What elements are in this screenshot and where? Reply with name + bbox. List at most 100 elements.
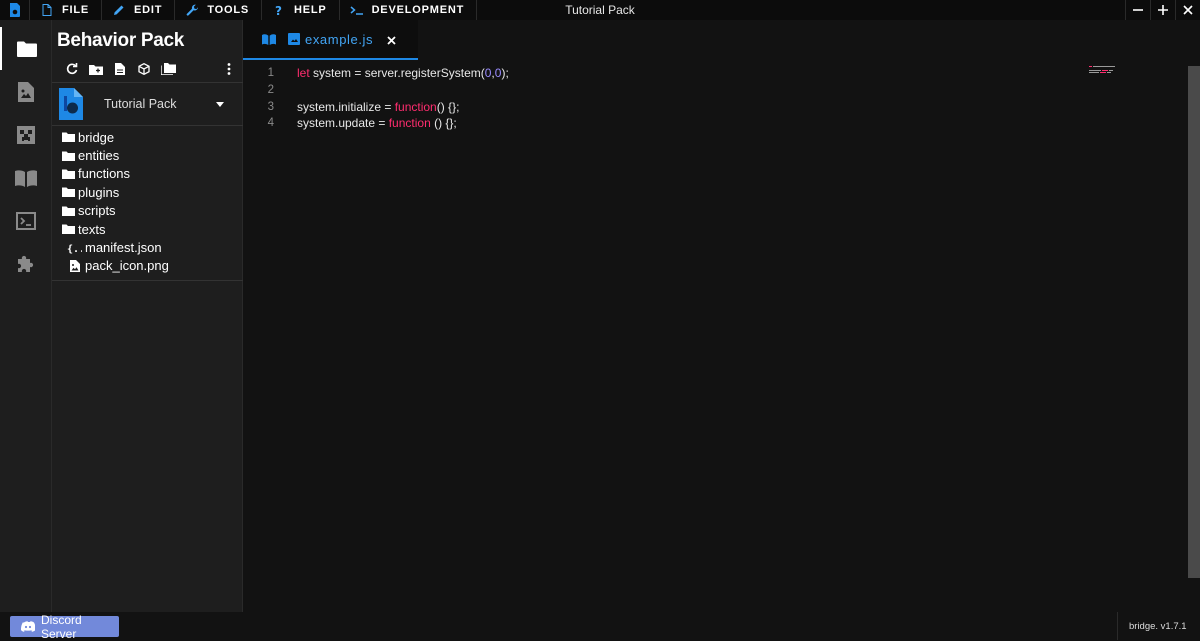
close-window-button[interactable] bbox=[1175, 0, 1200, 20]
vertical-scrollbar[interactable] bbox=[1188, 66, 1200, 578]
code-line[interactable]: 4 system.update = function () {}; bbox=[243, 115, 1183, 132]
divider bbox=[52, 125, 243, 126]
tab-example-js[interactable]: example.js bbox=[243, 20, 418, 60]
menu-help-label: HELP bbox=[294, 4, 327, 16]
explorer-sidebar: Behavior Pack Tutorial Pack bridge entit… bbox=[52, 20, 243, 612]
more-vertical-icon bbox=[227, 63, 231, 75]
code-token: let bbox=[297, 66, 310, 81]
tree-folder-entities[interactable]: entities bbox=[52, 146, 243, 164]
file-icon bbox=[40, 3, 54, 17]
window-controls bbox=[1125, 0, 1200, 20]
book-open-icon bbox=[262, 32, 278, 46]
code-area[interactable]: 1 let system = server.registerSystem(0,0)… bbox=[243, 65, 1183, 132]
folder-icon bbox=[17, 41, 37, 57]
tree-file-pack-icon[interactable]: pack_icon.png bbox=[52, 257, 243, 275]
menu-file[interactable]: FILE bbox=[30, 0, 103, 20]
activity-bar bbox=[0, 20, 52, 612]
code-token: () {}; bbox=[436, 99, 460, 114]
code-token: system.update = bbox=[297, 116, 389, 131]
code-line[interactable]: 3 system.initialize = function() {}; bbox=[243, 98, 1183, 115]
tree-file-manifest[interactable]: {..} manifest.json bbox=[52, 238, 243, 256]
code-line[interactable]: 1 let system = server.registerSystem(0,0)… bbox=[243, 65, 1183, 82]
new-file-icon bbox=[115, 63, 125, 75]
code-token: function bbox=[388, 116, 431, 131]
minimize-button[interactable] bbox=[1125, 0, 1150, 20]
activity-plugins[interactable] bbox=[0, 242, 52, 285]
js-file-icon bbox=[288, 33, 300, 45]
maximize-button[interactable] bbox=[1150, 0, 1175, 20]
new-folder-icon bbox=[89, 64, 103, 75]
tree-item-label: entities bbox=[78, 148, 120, 164]
scrollbar-thumb[interactable] bbox=[1188, 66, 1200, 578]
minimap[interactable] bbox=[1089, 65, 1123, 77]
folder-icon bbox=[62, 204, 75, 217]
tree-folder-scripts[interactable]: scripts bbox=[52, 202, 243, 220]
activity-console[interactable] bbox=[0, 199, 52, 242]
refresh-button[interactable] bbox=[60, 59, 84, 79]
add-entity-button[interactable] bbox=[132, 59, 156, 79]
activity-docs[interactable] bbox=[0, 156, 52, 199]
close-tab-button[interactable] bbox=[383, 32, 399, 48]
project-selector[interactable]: Tutorial Pack bbox=[52, 83, 243, 125]
line-number: 4 bbox=[267, 117, 274, 130]
discord-icon bbox=[21, 621, 35, 633]
tree-folder-functions[interactable]: functions bbox=[52, 165, 243, 183]
close-icon bbox=[1183, 5, 1193, 15]
new-folder-button[interactable] bbox=[84, 59, 108, 79]
activity-minecraft[interactable] bbox=[0, 113, 52, 156]
menu-file-label: FILE bbox=[62, 4, 90, 16]
tree-item-label: plugins bbox=[78, 184, 120, 200]
menu-edit[interactable]: EDIT bbox=[102, 0, 176, 20]
question-icon: ? bbox=[272, 3, 286, 17]
menu-bar: FILE EDIT TOOLS ? HELP DEVELOPMENT Tutor… bbox=[0, 0, 1200, 20]
tree-folder-plugins[interactable]: plugins bbox=[52, 183, 243, 201]
tree-item-label: scripts bbox=[78, 203, 116, 219]
discord-server-button[interactable]: Discord Server bbox=[10, 613, 119, 641]
menu-help[interactable]: ? HELP bbox=[262, 0, 340, 20]
book-icon bbox=[15, 169, 37, 187]
menu-edit-label: EDIT bbox=[134, 4, 163, 16]
open-folder-button[interactable] bbox=[156, 59, 180, 79]
activity-explorer[interactable] bbox=[0, 27, 52, 70]
tree-folder-texts[interactable]: texts bbox=[52, 220, 243, 238]
code-token: function bbox=[394, 99, 437, 114]
new-file-button[interactable] bbox=[108, 59, 132, 79]
line-content: let system = server.registerSystem(0,0); bbox=[297, 66, 509, 80]
close-icon bbox=[386, 35, 396, 45]
folder-icon bbox=[62, 167, 75, 180]
line-number: 1 bbox=[267, 67, 274, 80]
code-token: () {}; bbox=[430, 116, 457, 131]
line-number: 2 bbox=[267, 84, 274, 97]
folder-icon bbox=[62, 223, 75, 236]
editor-tab-bar: example.js bbox=[243, 20, 1200, 60]
tree-item-label: functions bbox=[78, 166, 131, 182]
cube-icon bbox=[138, 63, 150, 75]
divider bbox=[52, 280, 243, 281]
discord-button-label: Discord Server bbox=[41, 612, 82, 641]
more-options-button[interactable] bbox=[221, 59, 237, 79]
folder-icon bbox=[62, 149, 75, 162]
terminal-prompt-icon bbox=[350, 3, 364, 17]
tree-item-label: pack_icon.png bbox=[85, 258, 169, 274]
explorer-toolbar bbox=[52, 58, 243, 80]
line-content: system.update = function () {}; bbox=[297, 116, 457, 130]
menu-tools-label: TOOLS bbox=[207, 4, 250, 16]
folder-icon bbox=[62, 131, 75, 144]
code-token: ); bbox=[501, 66, 509, 81]
code-editor: example.js 1 let system = server.register… bbox=[243, 20, 1200, 612]
activity-resource-pack[interactable] bbox=[0, 70, 52, 113]
line-content: system.initialize = function() {}; bbox=[297, 100, 459, 114]
folders-icon bbox=[160, 63, 176, 75]
project-dropdown[interactable] bbox=[212, 96, 228, 112]
svg-text:{..}: {..} bbox=[67, 244, 82, 254]
project-logo-icon bbox=[59, 88, 83, 120]
menu-development[interactable]: DEVELOPMENT bbox=[340, 0, 478, 20]
file-tree: bridge entities functions plugins script… bbox=[52, 128, 243, 275]
image-file-icon bbox=[67, 259, 82, 272]
menu-tools[interactable]: TOOLS bbox=[175, 0, 263, 20]
tree-item-label: bridge bbox=[78, 129, 115, 145]
code-line[interactable]: 2 bbox=[243, 82, 1183, 99]
app-version: bridge. v1.7.1 bbox=[1117, 612, 1200, 640]
tree-folder-bridge[interactable]: bridge bbox=[52, 128, 243, 146]
refresh-icon bbox=[66, 63, 78, 75]
